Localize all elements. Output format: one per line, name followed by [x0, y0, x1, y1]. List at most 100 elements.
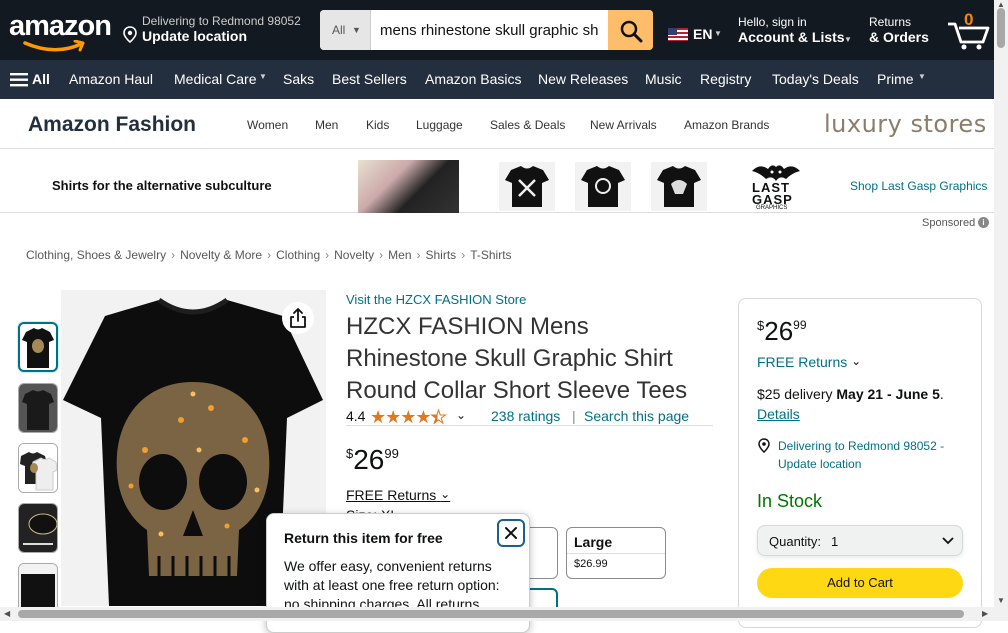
image-thumbnail[interactable] — [18, 443, 58, 493]
fashion-link-kids[interactable]: Kids — [366, 118, 389, 132]
price-whole: 26 — [353, 444, 385, 475]
scroll-left-icon[interactable]: ◀ — [4, 609, 10, 618]
fashion-link-luggage[interactable]: Luggage — [416, 118, 463, 132]
thumbnail-image — [22, 328, 54, 368]
fashion-link-new-arrivals[interactable]: New Arrivals — [590, 118, 657, 132]
shop-brand-link[interactable]: Shop Last Gasp Graphics — [850, 179, 987, 193]
sponsored-label[interactable]: Sponsored i — [922, 217, 989, 229]
location-pin-icon — [123, 26, 137, 44]
banner-shirt-thumb — [499, 162, 555, 211]
nav-todays-deals[interactable]: Today's Deals — [772, 71, 859, 87]
caret-down-icon: ▼ — [259, 72, 267, 81]
horizontal-scrollbar[interactable]: ◀ ▶ — [0, 607, 1008, 621]
chevron-right-icon: › — [171, 248, 176, 262]
rating-number: 4.4 — [346, 408, 366, 424]
fashion-link-men[interactable]: Men — [315, 118, 338, 132]
popover-heading: Return this item for free — [284, 530, 443, 546]
nav-amazon-basics[interactable]: Amazon Basics — [425, 71, 521, 87]
account-lists-label: Account & Lists — [738, 29, 845, 45]
fashion-link-sales-deals[interactable]: Sales & Deals — [490, 118, 565, 132]
nav-prime[interactable]: Prime — [877, 71, 914, 87]
breadcrumb-item[interactable]: Novelty — [334, 248, 374, 262]
search-this-page-link[interactable]: Search this page — [584, 408, 689, 424]
banner-model-photo — [358, 160, 459, 213]
nav-best-sellers[interactable]: Best Sellers — [332, 71, 407, 87]
scrollbar-thumb[interactable] — [18, 610, 964, 618]
image-thumbnail[interactable] — [18, 563, 58, 613]
thumbnail-image — [19, 504, 57, 552]
add-to-cart-button[interactable]: Add to Cart — [757, 568, 963, 598]
fashion-link-women[interactable]: Women — [247, 118, 288, 132]
image-thumbnail[interactable] — [18, 503, 58, 553]
thumbnail-image — [19, 564, 57, 612]
luxury-stores-link[interactable]: luxury stores — [824, 110, 987, 138]
image-thumbnail[interactable] — [18, 322, 58, 372]
breadcrumb-item[interactable]: Clothing — [276, 248, 320, 262]
ratings-count-link[interactable]: 238 ratings — [491, 408, 560, 424]
deliver-line2: Update location — [142, 28, 248, 44]
breadcrumb-item[interactable]: Shirts — [426, 248, 457, 262]
size-option-large[interactable]: Large $26.99 — [566, 527, 666, 579]
search-input[interactable] — [372, 10, 608, 50]
nav-amazon-haul[interactable]: Amazon Haul — [69, 71, 153, 87]
caret-down-icon: ▼ — [918, 72, 926, 81]
cart-button[interactable]: 0 — [946, 10, 991, 50]
banner-shirt-thumb — [651, 162, 707, 211]
divider — [567, 553, 665, 554]
fashion-link-amazon-brands[interactable]: Amazon Brands — [684, 118, 769, 132]
nav-medical-care[interactable]: Medical Care — [174, 71, 256, 87]
breadcrumb-item[interactable]: Novelty & More — [180, 248, 262, 262]
share-button[interactable] — [282, 302, 314, 334]
free-returns-link[interactable]: FREE Returns ⌄ — [346, 487, 450, 503]
close-button[interactable] — [497, 519, 525, 547]
delivery-details-link[interactable]: Details — [757, 406, 800, 422]
delivery-prefix: $25 delivery — [757, 386, 837, 402]
breadcrumb-item[interactable]: Clothing, Shoes & Jewelry — [26, 248, 166, 262]
buybox-price: $2699 — [757, 316, 807, 347]
banner-headline: Shirts for the alternative subculture — [52, 178, 272, 193]
store-link[interactable]: Visit the HZCX FASHION Store — [346, 292, 526, 307]
thumbnail-image — [19, 384, 57, 432]
secondary-navbar: All Amazon Haul Medical Care ▼ Saks Best… — [0, 60, 1008, 99]
price-whole: 26 — [764, 316, 794, 346]
caret-down-icon: ▼ — [352, 25, 361, 35]
breadcrumb-item[interactable]: T-Shirts — [470, 248, 511, 262]
chevron-right-icon: › — [416, 248, 421, 262]
scrollbar-thumb[interactable] — [997, 8, 1005, 48]
free-returns-label: FREE Returns — [346, 487, 437, 503]
size-option-price: $26.99 — [574, 558, 608, 570]
search-category-dropdown[interactable]: All ▼ — [320, 10, 371, 50]
free-returns-label: FREE Returns — [757, 354, 848, 370]
quantity-value: 1 — [831, 534, 839, 549]
nav-saks[interactable]: Saks — [283, 71, 314, 87]
hamburger-icon — [10, 73, 28, 87]
nav-registry[interactable]: Registry — [700, 71, 751, 87]
stock-status: In Stock — [757, 491, 823, 511]
product-price: $2699 — [346, 444, 399, 476]
delivery-location-link[interactable]: Delivering to Redmond 98052 - Update loc… — [778, 437, 968, 473]
chevron-down-icon[interactable]: ⌄ — [456, 408, 466, 422]
nav-music[interactable]: Music — [645, 71, 682, 87]
location-pin-icon — [758, 438, 770, 454]
account-lists-menu[interactable]: Hello, sign in Account & Lists ▼ — [738, 15, 852, 45]
scroll-down-icon[interactable]: ▼ — [997, 596, 1005, 605]
breadcrumb-item[interactable]: Men — [388, 248, 411, 262]
scroll-right-icon[interactable]: ▶ — [982, 609, 988, 618]
returns-orders-link[interactable]: Returns & Orders — [869, 15, 929, 45]
vertical-scrollbar[interactable]: ▲ ▼ — [994, 0, 1008, 607]
nav-new-releases[interactable]: New Releases — [538, 71, 628, 87]
price-symbol: $ — [757, 318, 765, 333]
breadcrumb: Clothing, Shoes & Jewelry › Novelty & More… — [26, 248, 512, 262]
thumbnail-image — [19, 444, 57, 492]
info-icon: i — [978, 217, 989, 228]
fashion-title[interactable]: Amazon Fashion — [28, 113, 196, 137]
amazon-logo[interactable]: amazon — [9, 10, 112, 54]
returns-label: Returns — [869, 15, 912, 29]
quantity-select[interactable]: Quantity: 1 — [757, 525, 963, 556]
buybox-free-returns-link[interactable]: FREE Returns ⌄ — [757, 354, 861, 370]
search-button[interactable] — [608, 10, 653, 50]
image-thumbnail[interactable] — [18, 383, 58, 433]
brand-line3: GRAPHICS — [756, 205, 788, 211]
chevron-right-icon: › — [461, 248, 466, 262]
sponsored-banner[interactable]: Shirts for the alternative subculture LA… — [0, 160, 1008, 213]
